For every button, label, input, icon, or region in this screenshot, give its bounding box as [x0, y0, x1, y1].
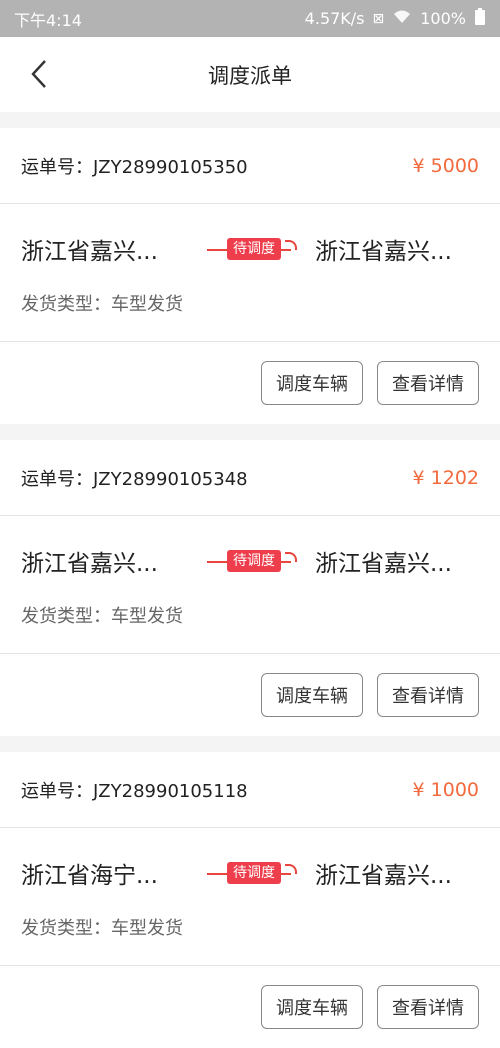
route-status: 待调度	[207, 234, 297, 264]
order-route: 浙江省海宁... 待调度 浙江省嘉兴... 发货类型：车型发货	[0, 828, 500, 966]
ship-type: 发货类型：车型发货	[21, 290, 479, 316]
route-status: 待调度	[207, 546, 297, 576]
order-number-value: JZY28990105350	[93, 156, 248, 178]
ship-type-value: 车型发货	[111, 294, 183, 315]
status-badge: 待调度	[227, 862, 281, 884]
order-price: ¥ 1202	[412, 466, 479, 489]
order-price: ¥ 1000	[412, 778, 479, 801]
destination-city: 浙江省嘉兴...	[315, 239, 452, 265]
section-gap	[0, 112, 500, 128]
ship-type-label: 发货类型：	[21, 606, 111, 627]
order-price: ¥ 5000	[412, 154, 479, 177]
ship-type: 发货类型：车型发货	[21, 602, 479, 628]
back-button[interactable]	[22, 57, 56, 91]
section-gap	[0, 736, 500, 752]
destination-city: 浙江省嘉兴...	[315, 863, 452, 889]
order-actions: 调度车辆 查看详情	[0, 966, 500, 1048]
order-number-label: 运单号：	[21, 780, 93, 802]
order-number: 运单号：JZY28990105118	[21, 777, 248, 803]
order-card: 运单号：JZY28990105348 ¥ 1202 浙江省嘉兴... 待调度 浙…	[0, 440, 500, 736]
view-details-button[interactable]: 查看详情	[377, 673, 479, 717]
order-number-value: JZY28990105118	[93, 780, 248, 802]
destination-city: 浙江省嘉兴...	[315, 551, 452, 577]
status-time: 下午4:14	[14, 10, 82, 30]
view-details-button[interactable]: 查看详情	[377, 985, 479, 1029]
order-actions: 调度车辆 查看详情	[0, 342, 500, 424]
origin-city: 浙江省嘉兴...	[21, 551, 158, 577]
order-header: 运单号：JZY28990105350 ¥ 5000	[0, 128, 500, 204]
origin-city: 浙江省嘉兴...	[21, 239, 158, 265]
network-speed: 4.57K/s	[304, 9, 365, 28]
status-badge: 待调度	[227, 238, 281, 260]
order-header: 运单号：JZY28990105118 ¥ 1000	[0, 752, 500, 828]
battery-icon	[474, 7, 486, 30]
order-number-label: 运单号：	[21, 468, 93, 490]
order-actions: 调度车辆 查看详情	[0, 654, 500, 736]
order-card: 运单号：JZY28990105118 ¥ 1000 浙江省海宁... 待调度 浙…	[0, 752, 500, 1048]
ship-type-value: 车型发货	[111, 918, 183, 939]
order-number-value: JZY28990105348	[93, 468, 248, 490]
battery-level: 100%	[420, 9, 466, 28]
ship-type-label: 发货类型：	[21, 918, 111, 939]
ship-type-value: 车型发货	[111, 606, 183, 627]
origin-city: 浙江省海宁...	[21, 863, 158, 889]
ship-type-label: 发货类型：	[21, 294, 111, 315]
wifi-icon	[392, 9, 412, 29]
sim-icon: ⊠	[372, 10, 385, 27]
status-bar: 下午4:14 4.57K/s ⊠ 100%	[0, 0, 500, 37]
nav-bar: 调度派单	[0, 37, 500, 112]
order-header: 运单号：JZY28990105348 ¥ 1202	[0, 440, 500, 516]
status-indicators: 4.57K/s ⊠ 100%	[304, 7, 486, 30]
dispatch-vehicle-button[interactable]: 调度车辆	[261, 361, 363, 405]
order-route: 浙江省嘉兴... 待调度 浙江省嘉兴... 发货类型：车型发货	[0, 516, 500, 654]
dispatch-vehicle-button[interactable]: 调度车辆	[261, 985, 363, 1029]
order-route: 浙江省嘉兴... 待调度 浙江省嘉兴... 发货类型：车型发货	[0, 204, 500, 342]
page-title: 调度派单	[208, 63, 292, 88]
chevron-left-icon	[31, 60, 46, 88]
ship-type: 发货类型：车型发货	[21, 914, 479, 940]
order-card: 运单号：JZY28990105350 ¥ 5000 浙江省嘉兴... 待调度 浙…	[0, 128, 500, 424]
order-number: 运单号：JZY28990105350	[21, 153, 248, 179]
order-number: 运单号：JZY28990105348	[21, 465, 248, 491]
status-badge: 待调度	[227, 550, 281, 572]
dispatch-vehicle-button[interactable]: 调度车辆	[261, 673, 363, 717]
section-gap	[0, 424, 500, 440]
route-status: 待调度	[207, 858, 297, 888]
order-number-label: 运单号：	[21, 156, 93, 178]
view-details-button[interactable]: 查看详情	[377, 361, 479, 405]
